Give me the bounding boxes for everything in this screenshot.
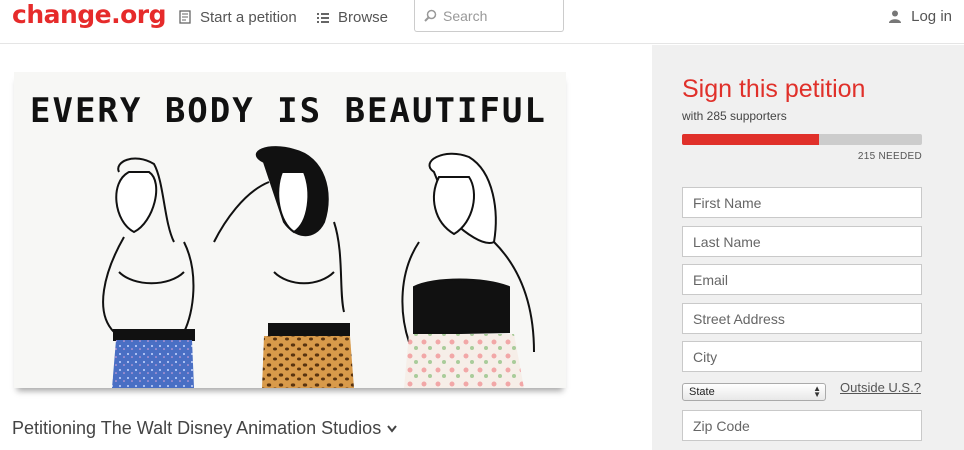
search-box[interactable]	[414, 0, 564, 32]
login-link[interactable]: Log in	[889, 8, 952, 25]
first-name-field[interactable]	[682, 187, 922, 218]
logo[interactable]: change.org	[12, 0, 167, 29]
state-select[interactable]: State ▲ ▼	[682, 383, 826, 401]
illustration: EVERY BODY IS BEAUTIFUL	[14, 72, 566, 388]
user-icon	[889, 10, 902, 23]
petition-image: EVERY BODY IS BEAUTIFUL	[14, 72, 566, 388]
browse-link[interactable]: Browse	[316, 8, 388, 26]
street-address-field[interactable]	[682, 303, 922, 334]
search-input[interactable]	[443, 7, 553, 24]
city-field[interactable]	[682, 341, 922, 372]
top-nav: change.org Start a petition Browse Log i…	[0, 0, 964, 44]
browse-label: Browse	[338, 8, 389, 26]
progress-bar	[682, 134, 922, 145]
state-select-label: State	[689, 386, 715, 398]
outside-us-link[interactable]: Outside U.S.?	[840, 380, 921, 395]
image-title: EVERY BODY IS BEAUTIFUL	[30, 91, 547, 131]
petition-target[interactable]: Petitioning The Walt Disney Animation St…	[12, 418, 397, 439]
login-label: Log in	[911, 8, 952, 25]
start-petition-label: Start a petition	[200, 8, 297, 26]
petition-target-label: Petitioning The Walt Disney Animation St…	[12, 418, 382, 438]
document-icon	[179, 10, 191, 24]
chevron-down-icon	[387, 424, 397, 433]
list-icon	[317, 13, 329, 23]
select-arrows-icon: ▲ ▼	[813, 384, 821, 399]
start-petition-link[interactable]: Start a petition	[178, 8, 297, 26]
sign-panel: Sign this petition with 285 supporters 2…	[652, 45, 964, 450]
supporters-count: with 285 supporters	[682, 109, 787, 123]
magnifier-icon	[424, 9, 437, 22]
zip-code-field[interactable]	[682, 410, 922, 441]
last-name-field[interactable]	[682, 226, 922, 257]
progress-fill	[682, 134, 819, 145]
email-field[interactable]	[682, 264, 922, 295]
needed-count: 215 NEEDED	[857, 151, 922, 162]
sign-title: Sign this petition	[682, 75, 866, 103]
